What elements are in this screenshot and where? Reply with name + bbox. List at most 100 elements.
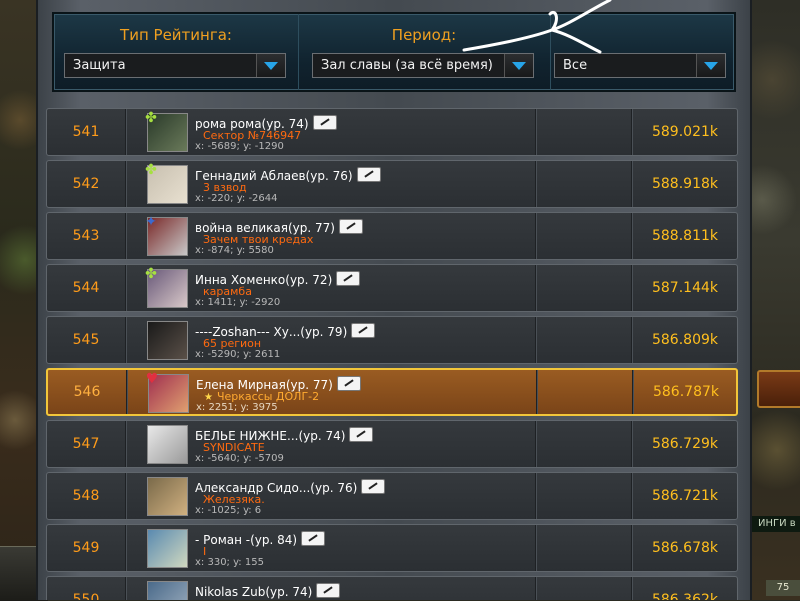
column-divider (126, 370, 127, 414)
alliance-badge-icon: ♥ (145, 371, 159, 387)
column-divider (631, 525, 632, 571)
player-coordinates[interactable]: x: -5290; y: 2611 (195, 349, 280, 360)
rating-row[interactable]: 548 Александр Сидо...(ур. 76) Железяка. x: … (46, 472, 738, 520)
column-divider (535, 109, 536, 155)
player-name[interactable]: - Роман -(ур. 84) (195, 533, 297, 547)
rating-row[interactable]: 541 ✤ рома рома(ур. 74) Сектор №746947 x: -5… (46, 108, 738, 156)
score-value: 586.678k (651, 540, 718, 556)
rating-type-select[interactable]: Защита (64, 53, 286, 78)
column-divider (631, 265, 632, 311)
alliance-badge-icon: ✤ (145, 110, 157, 126)
player-coordinates[interactable]: x: -5689; y: -1290 (195, 141, 284, 152)
player-coordinates[interactable]: x: -1025; y: 6 (195, 505, 261, 516)
column-divider (125, 317, 126, 363)
alliance-badge-icon (142, 317, 160, 335)
player-coordinates[interactable]: x: -220; y: -2644 (195, 193, 278, 204)
player-coordinates[interactable]: x: 2251; y: 3975 (196, 402, 278, 413)
rank-number: 546 (73, 384, 101, 400)
column-divider (125, 421, 126, 467)
period-label: Период: (391, 26, 457, 44)
rating-row[interactable]: 547 БЕЛЬЕ НИЖНЕ...(ур. 74) SYNDICATE x: -56… (46, 420, 738, 468)
player-name-line[interactable]: - Роман -(ур. 84) (195, 531, 326, 547)
rating-row[interactable]: 542 ✤ Геннадий Аблаев(ур. 76) 3 взвод x: -22… (46, 160, 738, 208)
column-divider (631, 577, 632, 600)
side-tag: ИНГИ в (752, 516, 800, 532)
column-divider (536, 370, 537, 414)
score-value: 586.809k (651, 332, 718, 348)
player-name-line[interactable]: Nikolas Zub(ур. 74) (195, 583, 341, 599)
column-divider (535, 473, 536, 519)
rating-filter-header: Тип Рейтинга: Защита Период: Зал славы (… (52, 12, 736, 92)
chevron-down-icon[interactable] (696, 54, 725, 77)
scope-select[interactable]: Все (554, 53, 726, 78)
side-counter: 75 (766, 580, 800, 596)
column-divider (535, 213, 536, 259)
alliance-badge-icon: ✤ (145, 266, 157, 282)
rank-number: 542 (72, 176, 100, 192)
column-divider (125, 265, 126, 311)
alliance-badge-icon: ✦ (145, 214, 157, 230)
column-divider (535, 421, 536, 467)
score-value: 586.787k (652, 384, 719, 400)
column-divider (125, 109, 126, 155)
period-value: Зал славы (за всё время) (321, 58, 493, 73)
side-button[interactable] (757, 370, 800, 408)
score-value: 587.144k (651, 280, 718, 296)
rating-row[interactable]: 550 Nikolas Zub(ур. 74) 586.362k (46, 576, 738, 600)
edit-pencil-icon[interactable] (351, 323, 376, 338)
rating-row[interactable]: 544 ✤ Инна Хоменко(ур. 72) карамба x: 1411; … (46, 264, 738, 312)
edit-pencil-icon[interactable] (349, 427, 374, 442)
rating-list: 541 ✤ рома рома(ур. 74) Сектор №746947 x: -5… (44, 106, 740, 600)
rank-number: 547 (72, 436, 100, 452)
score-value: 586.729k (651, 436, 718, 452)
column-divider (125, 473, 126, 519)
edit-pencil-icon[interactable] (336, 271, 361, 286)
chevron-down-icon[interactable] (504, 54, 533, 77)
column-divider (631, 109, 632, 155)
player-coordinates[interactable]: x: -5640; y: -5709 (195, 453, 284, 464)
player-coordinates[interactable]: x: 1411; y: -2920 (195, 297, 280, 308)
edit-pencil-icon[interactable] (336, 376, 361, 391)
column-divider (631, 421, 632, 467)
rating-row[interactable]: 543 ✦ война великая(ур. 77) Зачем твои кред… (46, 212, 738, 260)
rank-number: 549 (72, 540, 100, 556)
player-coordinates[interactable]: x: -874; y: 5580 (195, 245, 274, 256)
edit-pencil-icon[interactable] (338, 219, 363, 234)
column-divider (631, 317, 632, 363)
edit-pencil-icon[interactable] (301, 531, 326, 546)
alliance-badge-icon (142, 473, 160, 491)
player-coordinates[interactable]: x: 330; y: 155 (195, 557, 264, 568)
score-value: 589.021k (651, 124, 718, 140)
column-divider (631, 213, 632, 259)
chevron-down-icon[interactable] (256, 54, 285, 77)
period-column: Период: Зал славы (за всё время) (298, 14, 551, 90)
edit-pencil-icon[interactable] (356, 167, 381, 182)
rank-number: 550 (72, 592, 100, 600)
column-divider (535, 577, 536, 600)
rating-type-label: Тип Рейтинга: (120, 26, 232, 44)
column-divider (125, 525, 126, 571)
score-value: 588.811k (651, 228, 718, 244)
edit-pencil-icon[interactable] (312, 115, 337, 130)
rating-row[interactable]: 549- Роман -(ур. 84) Ix: 330; y: 155 586.6… (46, 524, 738, 572)
score-value: 586.362k (651, 592, 718, 600)
column-divider (631, 473, 632, 519)
player-name[interactable]: Nikolas Zub(ур. 74) (195, 585, 312, 599)
column-divider (125, 577, 126, 600)
rating-row[interactable]: 545 ----Zoshan--- Ху...(ур. 79) 65 регион x… (46, 316, 738, 364)
rating-type-value: Защита (73, 58, 126, 73)
rank-number: 543 (72, 228, 100, 244)
scope-value: Все (563, 58, 588, 73)
edit-pencil-icon[interactable] (316, 583, 341, 598)
column-divider (125, 161, 126, 207)
period-select[interactable]: Зал славы (за всё время) (312, 53, 534, 78)
column-divider (535, 525, 536, 571)
edit-pencil-icon[interactable] (361, 479, 386, 494)
alliance-badge-icon: ✤ (145, 162, 157, 178)
column-divider (535, 161, 536, 207)
rank-number: 541 (72, 124, 100, 140)
alliance-badge-icon (142, 421, 160, 439)
rating-row[interactable]: 546 ♥ Елена Мирная(ур. 77) ★ Черкассы ДОЛГ-2… (46, 368, 738, 416)
rating-type-column: Тип Рейтинга: Защита (54, 14, 299, 90)
alliance-badge-icon (142, 525, 160, 543)
